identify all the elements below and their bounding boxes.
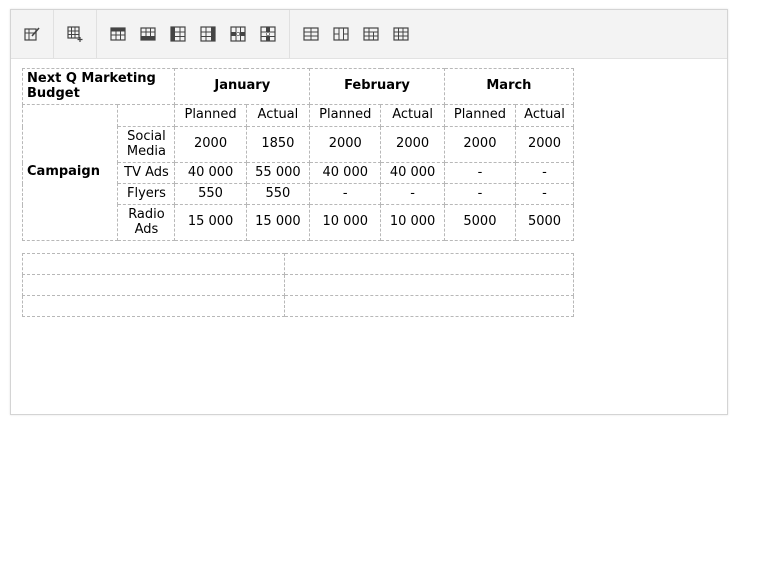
insert-table-button[interactable] [60,19,90,49]
data-cell[interactable]: 5000 [515,204,574,241]
budget-table: Next Q Marketing Budget January February… [21,68,575,241]
row-header-button[interactable] [103,19,133,49]
row-label-cell[interactable]: Flyers [117,183,176,205]
data-cell[interactable]: 10 000 [380,204,445,241]
data-cell[interactable]: 40 000 [309,162,382,184]
data-cell[interactable]: 550 [174,183,247,205]
insert-table-icon [67,26,83,42]
subheader-cell[interactable]: Actual [245,104,311,127]
table-grid-button[interactable] [386,19,416,49]
toolbar [11,10,727,59]
delete-column-button[interactable] [253,19,283,49]
subheader-cell[interactable]: Actual [515,104,574,127]
data-cell[interactable]: 15 000 [245,204,311,241]
cell-props-icon [363,27,379,41]
data-cell[interactable]: 15 000 [174,204,247,241]
column-left-icon [170,26,186,42]
table-row [22,274,574,296]
data-cell[interactable]: 2000 [380,126,445,163]
data-cell[interactable]: 2000 [174,126,247,163]
delete-column-icon [260,26,276,42]
merge-cells-button[interactable] [296,19,326,49]
column-right-button[interactable] [193,19,223,49]
subheader-cell[interactable]: Planned [443,104,517,127]
data-cell[interactable]: - [515,162,574,184]
empty-cell[interactable] [284,253,574,275]
data-cell[interactable]: - [443,183,517,205]
subheader-cell[interactable]: Actual [380,104,445,127]
data-cell[interactable]: 55 000 [245,162,311,184]
delete-row-icon [230,26,246,42]
row-label-cell[interactable]: TV Ads [117,162,176,184]
toolbar-group-cells [290,10,422,58]
toolbar-group-properties [11,10,54,58]
data-cell[interactable]: - [443,162,517,184]
data-cell[interactable]: 40 000 [174,162,247,184]
merge-cells-icon [303,27,319,41]
data-cell[interactable]: 2000 [515,126,574,163]
row-footer-button[interactable] [133,19,163,49]
table-row [22,253,574,275]
data-cell[interactable]: 2000 [443,126,517,163]
table-row [22,295,574,317]
data-cell[interactable]: 550 [245,183,311,205]
data-cell[interactable]: 5000 [443,204,517,241]
split-cells-button[interactable] [326,19,356,49]
table-title-cell[interactable]: Next Q Marketing Budget [21,68,176,105]
empty-cell[interactable] [284,295,574,317]
column-right-icon [200,26,216,42]
subheader-cell[interactable]: Planned [309,104,382,127]
data-cell[interactable]: 10 000 [309,204,382,241]
table-properties-icon [24,27,40,41]
data-cell[interactable]: 40 000 [380,162,445,184]
table-grid-icon [393,27,409,41]
row-footer-icon [140,27,156,41]
editor-window: Next Q Marketing Budget January February… [10,9,728,415]
column-left-button[interactable] [163,19,193,49]
row-label-cell[interactable]: Social Media [117,126,176,163]
month-header-january[interactable]: January [174,68,311,105]
data-cell[interactable]: 1850 [245,126,311,163]
empty-table [22,253,574,317]
toolbar-group-insert [54,10,97,58]
empty-subheader-cell[interactable] [117,104,176,127]
empty-cell[interactable] [22,295,285,317]
data-cell[interactable]: - [515,183,574,205]
editor-content: Next Q Marketing Budget January February… [11,59,727,326]
data-cell[interactable]: 2000 [309,126,382,163]
month-header-march[interactable]: March [443,68,575,105]
data-cell[interactable]: - [309,183,382,205]
empty-cell[interactable] [22,253,285,275]
empty-cell[interactable] [284,274,574,296]
subheader-cell[interactable]: Planned [174,104,247,127]
split-cells-icon [333,27,349,41]
row-header-icon [110,27,126,41]
toolbar-group-rows-cols [97,10,290,58]
group-label-cell[interactable]: Campaign [21,104,119,241]
table-properties-button[interactable] [17,19,47,49]
delete-row-button[interactable] [223,19,253,49]
empty-cell[interactable] [22,274,285,296]
data-cell[interactable]: - [380,183,445,205]
month-header-february[interactable]: February [309,68,445,105]
cell-props-button[interactable] [356,19,386,49]
row-label-cell[interactable]: Radio Ads [117,204,176,241]
